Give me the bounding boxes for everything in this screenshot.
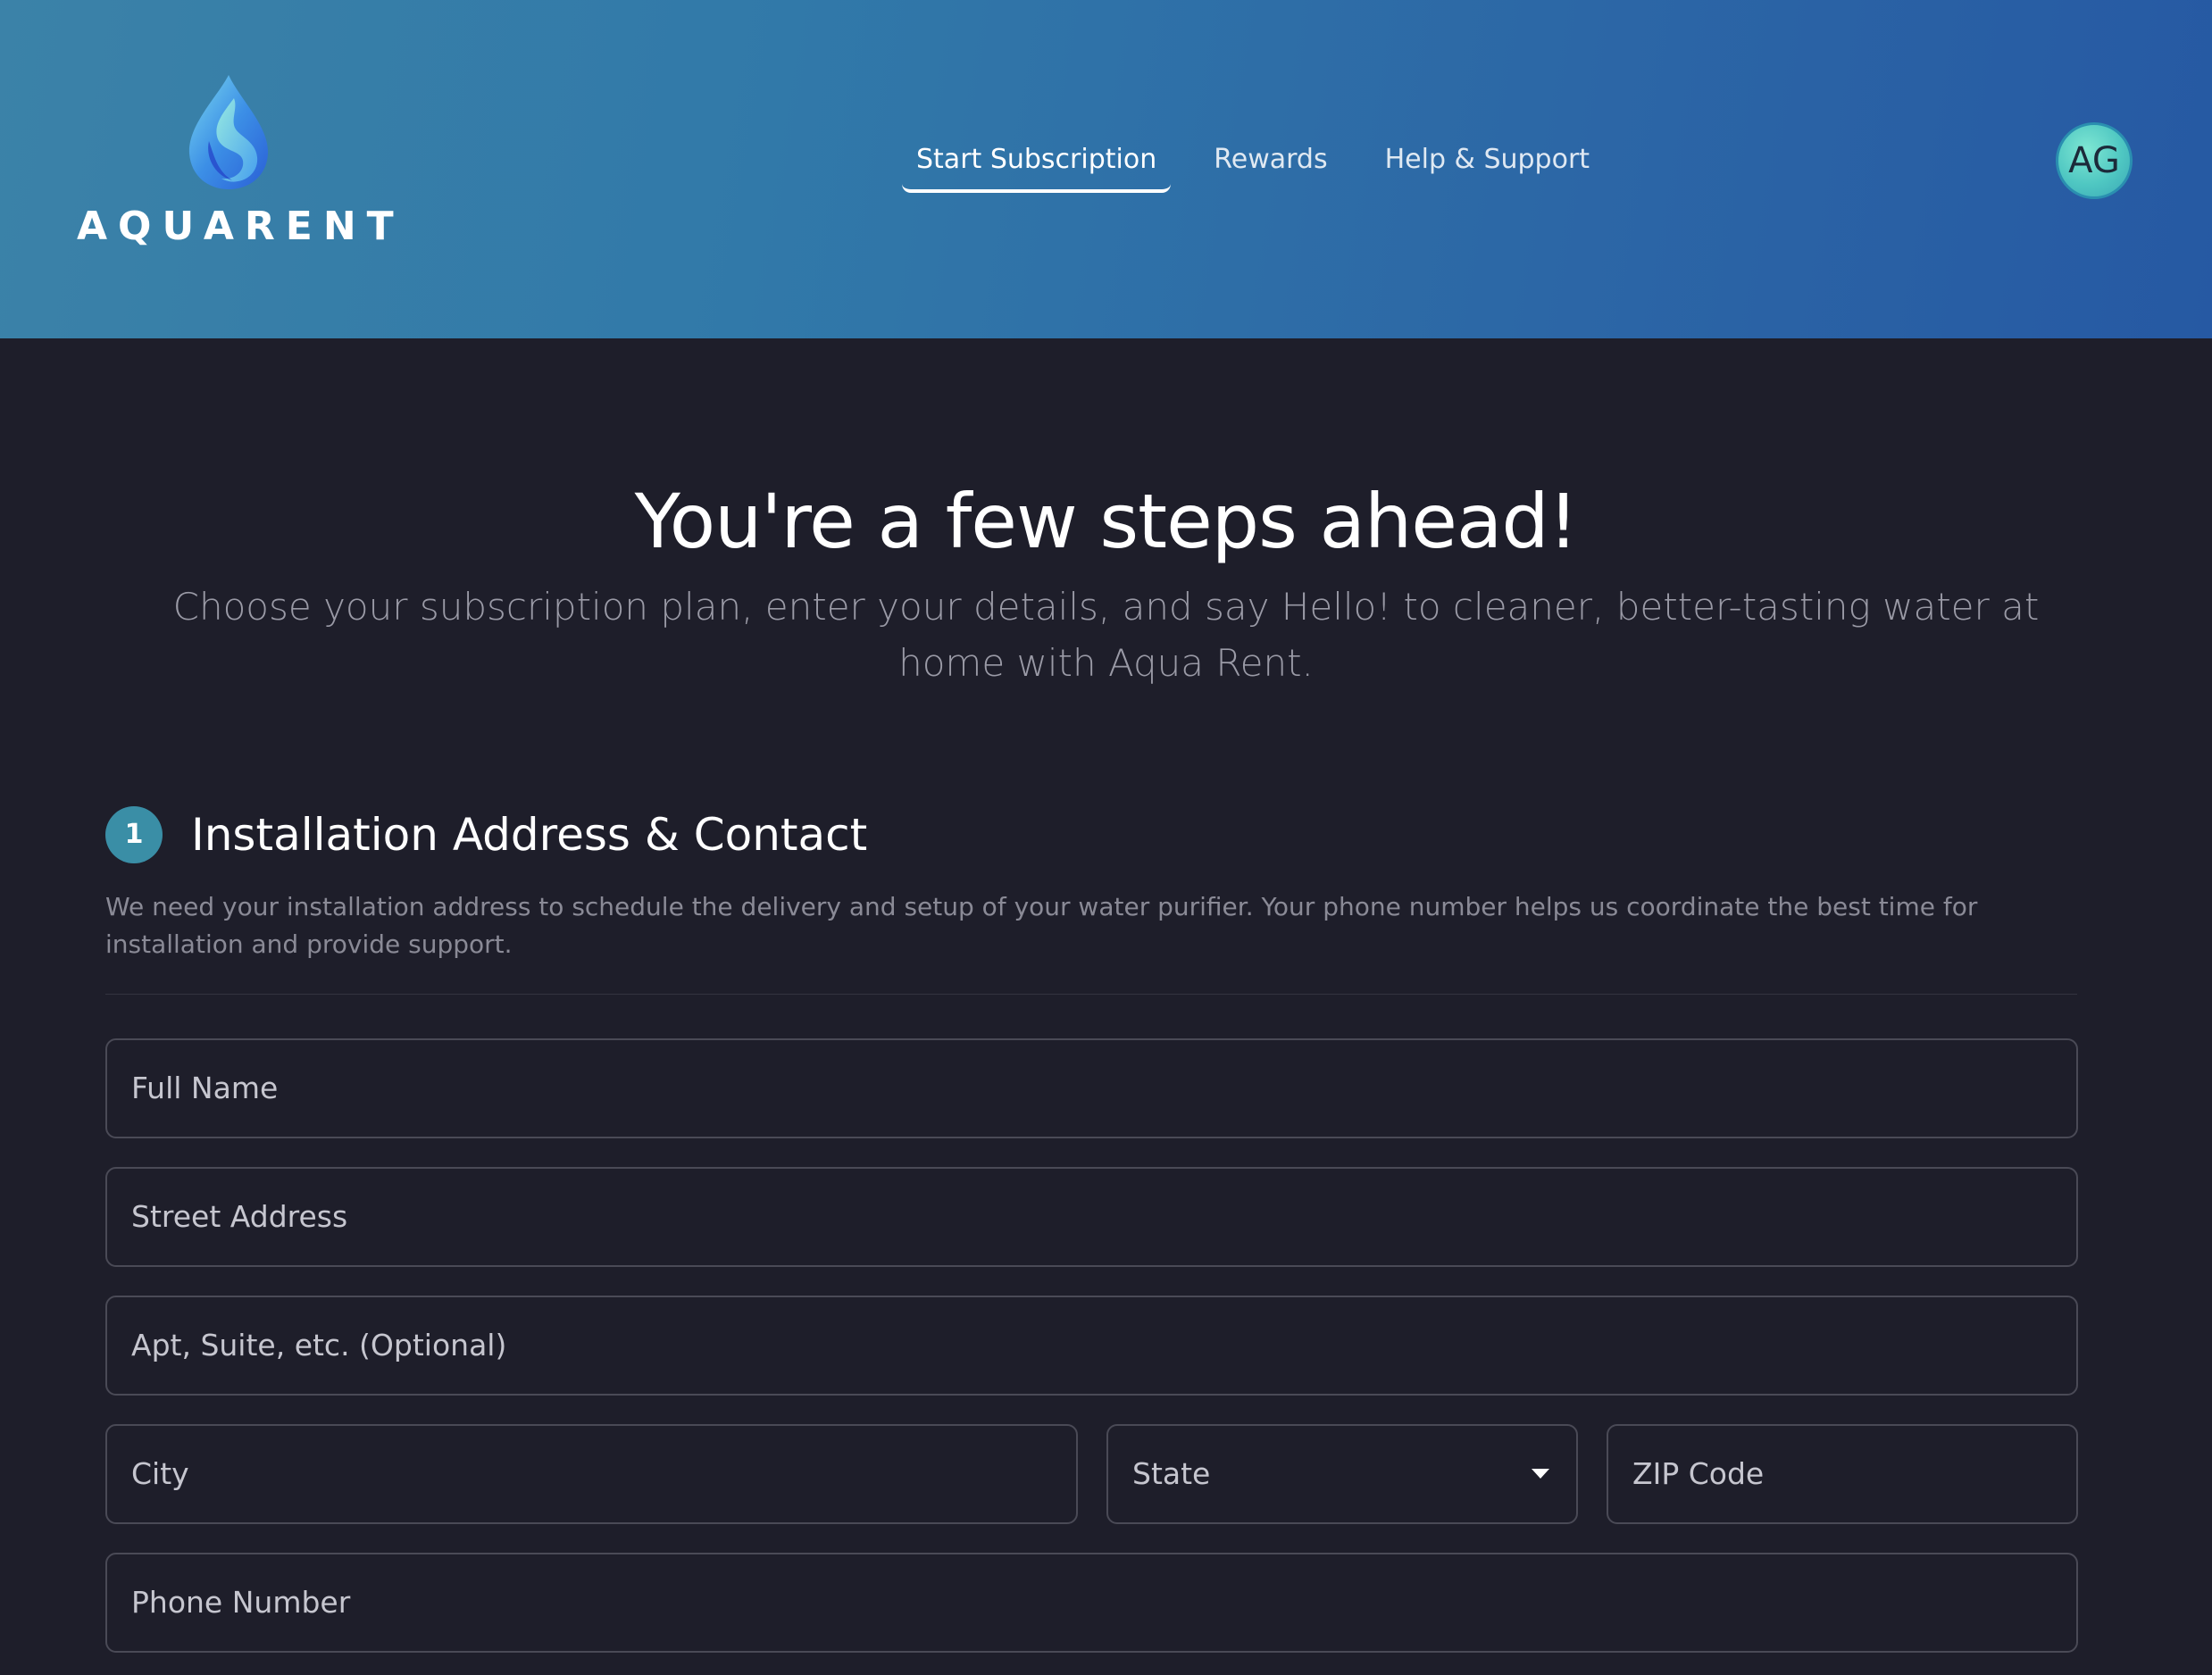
water-drop-icon — [188, 75, 268, 189]
section-divider — [105, 994, 2077, 995]
page-title: You're a few steps ahead! — [634, 478, 1579, 565]
state-select[interactable]: State — [1106, 1424, 1578, 1524]
step-number-badge: 1 — [105, 806, 163, 863]
main-nav: Start Subscription Rewards Help & Suppor… — [902, 134, 1632, 196]
street-address-input[interactable]: Street Address — [105, 1167, 2078, 1267]
nav-help-support[interactable]: Help & Support — [1371, 134, 1604, 193]
section-title: Installation Address & Contact — [191, 809, 868, 861]
state-select-value: State — [1132, 1456, 1211, 1491]
full-name-input[interactable]: Full Name — [105, 1038, 2078, 1138]
chevron-down-icon — [1532, 1469, 1549, 1479]
zip-code-input[interactable]: ZIP Code — [1607, 1424, 2078, 1524]
section-header: 1 Installation Address & Contact — [105, 804, 867, 866]
city-input[interactable]: City — [105, 1424, 1078, 1524]
brand-wordmark: AQUARENT — [77, 204, 405, 249]
brand-logo[interactable]: AQUARENT — [77, 71, 405, 259]
apt-suite-input[interactable]: Apt, Suite, etc. (Optional) — [105, 1296, 2078, 1396]
phone-number-input[interactable]: Phone Number — [105, 1553, 2078, 1653]
page-subtitle: Choose your subscription plan, enter you… — [172, 585, 2040, 685]
user-avatar[interactable]: AG — [2056, 122, 2133, 199]
top-header: AQUARENT Start Subscription Rewards Help… — [0, 0, 2212, 338]
nav-start-subscription[interactable]: Start Subscription — [902, 134, 1172, 193]
nav-rewards[interactable]: Rewards — [1199, 134, 1341, 193]
section-description: We need your installation address to sch… — [105, 892, 1978, 959]
